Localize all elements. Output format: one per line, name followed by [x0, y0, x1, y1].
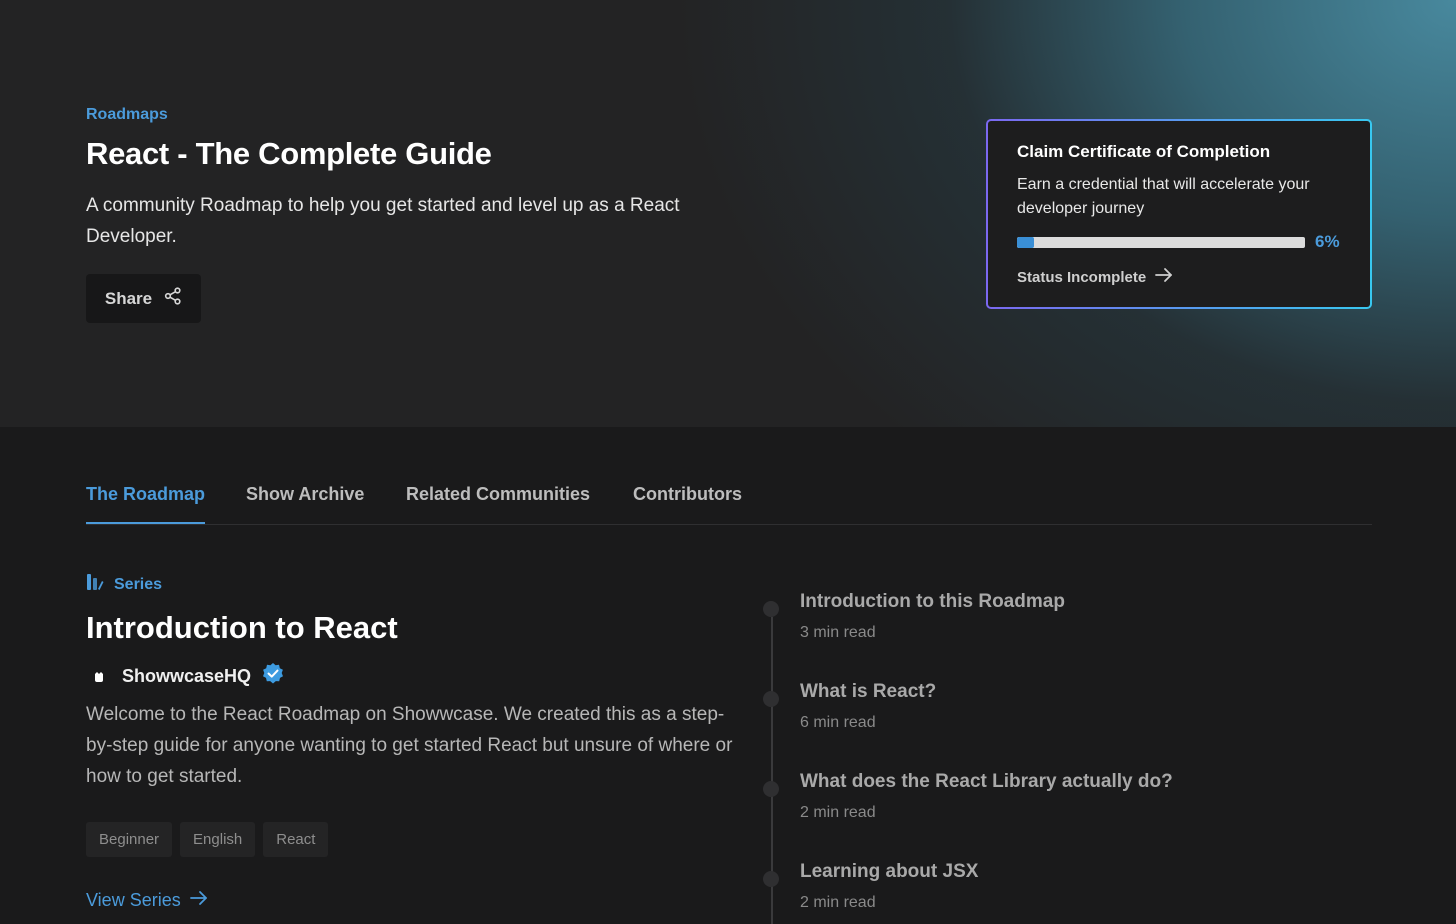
arrow-right-icon: [1154, 267, 1174, 287]
timeline-item-meta: 2 min read: [800, 894, 876, 911]
timeline-dot: [763, 691, 779, 707]
series-icon: [86, 573, 104, 596]
view-series-label: View Series: [86, 890, 181, 910]
avatar: [86, 664, 112, 690]
series-label-text: Series: [114, 575, 163, 593]
tab-the-roadmap[interactable]: The Roadmap: [86, 484, 206, 524]
status-incomplete-link[interactable]: Status Incomplete: [1017, 267, 1174, 287]
tag-beginner[interactable]: Beginner: [86, 822, 173, 857]
share-button[interactable]: Share: [86, 274, 201, 323]
series-title[interactable]: Introduction to React: [86, 610, 398, 646]
tab-show-archive[interactable]: Show Archive: [246, 484, 364, 524]
progress-percent: 6%: [1315, 232, 1340, 251]
tag-english[interactable]: English: [180, 822, 256, 857]
timeline-item-meta: 3 min read: [800, 624, 876, 641]
timeline-item[interactable]: What does the React Library actually do?…: [763, 771, 1360, 822]
tag-list: Beginner English React: [86, 822, 329, 857]
progress-bar: [1017, 237, 1305, 248]
author-name: ShowwcaseHQ: [122, 666, 252, 686]
progress-bar-fill: [1017, 237, 1035, 248]
page-title: React - The Complete Guide: [86, 136, 492, 171]
certificate-title: Claim Certificate of Completion: [1017, 142, 1271, 161]
tab-contributors[interactable]: Contributors: [633, 484, 742, 524]
timeline-dot: [763, 601, 779, 617]
timeline-item-title: What does the React Library actually do?: [800, 771, 1173, 792]
series-description: Welcome to the React Roadmap on Showwcas…: [86, 704, 733, 787]
tab-related-communities[interactable]: Related Communities: [406, 484, 590, 524]
arrow-right-icon: [189, 890, 209, 911]
timeline-item[interactable]: Introduction to this Roadmap 3 min read: [763, 591, 1360, 642]
breadcrumb-roadmaps[interactable]: Roadmaps: [86, 106, 168, 124]
tag-react[interactable]: React: [263, 822, 329, 857]
timeline-item-title: What is React?: [800, 681, 937, 702]
certificate-card: Claim Certificate of Completion Earn a c…: [986, 119, 1372, 309]
timeline-item-title: Learning about JSX: [800, 861, 979, 882]
timeline-item-meta: 6 min read: [800, 714, 876, 731]
timeline-dot: [763, 781, 779, 797]
timeline-item-title: Introduction to this Roadmap: [800, 591, 1065, 612]
series-label: Series: [86, 573, 162, 596]
hero-section: Roadmaps React - The Complete Guide A co…: [0, 0, 1456, 427]
page-description: A community Roadmap to help you get star…: [86, 195, 680, 247]
timeline-item[interactable]: Learning about JSX 2 min read: [763, 861, 1360, 912]
author[interactable]: ShowwcaseHQ: [86, 662, 285, 691]
verified-badge-icon: [261, 662, 285, 691]
share-button-label: Share: [104, 288, 153, 308]
view-series-link[interactable]: View Series: [86, 890, 209, 911]
timeline-item-meta: 2 min read: [800, 804, 876, 821]
share-icon: [164, 287, 182, 310]
timeline-item[interactable]: What is React? 6 min read: [763, 681, 1360, 732]
timeline-dot: [763, 871, 779, 887]
certificate-description: Earn a credential that will accelerate y…: [1017, 176, 1310, 217]
status-label: Status Incomplete: [1017, 268, 1147, 286]
tab-bar: The Roadmap Show Archive Related Communi…: [86, 470, 1372, 525]
